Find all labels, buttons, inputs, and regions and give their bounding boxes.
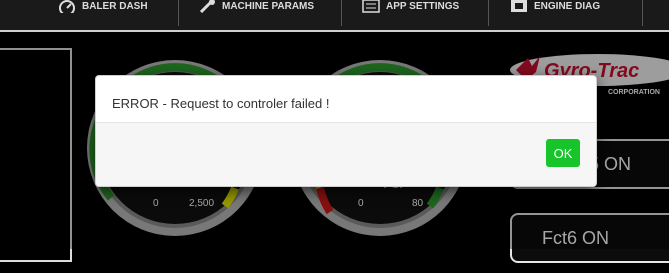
tab-machine-params[interactable]: MACHINE PARAMS (198, 0, 314, 16)
tab-app-settings[interactable]: APP SETTINGS (362, 0, 459, 16)
dashboard-icon (59, 0, 75, 13)
settings-sliders-icon (362, 0, 380, 13)
tab-label: APP SETTINGS (386, 0, 460, 12)
top-navigation-bar: BALER DASH MACHINE PARAMS APP SETTINGS E… (0, 0, 669, 32)
ok-button[interactable]: OK (546, 139, 580, 167)
tab-label: MACHINE PARAMS (222, 0, 315, 12)
wrench-icon (199, 0, 215, 13)
tab-label: BALER DASH (82, 0, 148, 12)
tab-engine-diag[interactable]: ENGINE DIAG (510, 0, 600, 16)
tab-label: ENGINE DIAG (534, 0, 601, 12)
engine-diag-icon (511, 0, 527, 12)
tab-divider (642, 0, 643, 26)
error-message: ERROR - Request to controler failed ! (112, 96, 330, 111)
dialog-footer: OK (96, 123, 596, 186)
error-dialog: ERROR - Request to controler failed ! OK (95, 75, 597, 187)
tab-baler-dash[interactable]: BALER DASH (58, 0, 148, 16)
tab-divider (488, 0, 489, 26)
tab-divider (341, 0, 342, 26)
tab-divider (178, 0, 179, 26)
